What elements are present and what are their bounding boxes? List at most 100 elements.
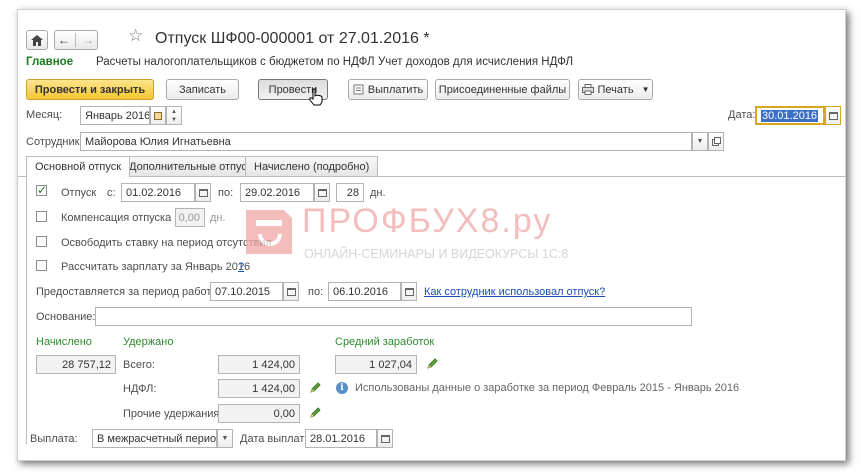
favorite-star-icon[interactable]: ☆ bbox=[128, 26, 143, 46]
open-link-icon bbox=[711, 137, 721, 146]
vacation-usage-link[interactable]: Как сотрудник использовал отпуск? bbox=[424, 286, 605, 298]
calendar-icon bbox=[404, 287, 414, 296]
vacation-days-field[interactable]: 28 bbox=[336, 183, 364, 202]
home-icon bbox=[31, 34, 43, 46]
vacation-days-unit: дн. bbox=[370, 187, 386, 199]
work-period-end-calendar[interactable] bbox=[401, 282, 417, 301]
pay-button[interactable]: Выплатить bbox=[348, 79, 428, 100]
recalc-salary-label: Рассчитать зарплату за Январь 2016 bbox=[61, 261, 251, 273]
date-calendar-button[interactable] bbox=[825, 106, 841, 125]
pay-doc-icon bbox=[353, 84, 364, 95]
vacation-label: Отпуск bbox=[61, 187, 97, 199]
accrued-amount: 28 757,12 bbox=[36, 355, 116, 374]
withheld-heading: Удержано bbox=[123, 336, 174, 348]
tab-main-vacation[interactable]: Основной отпуск bbox=[26, 156, 131, 177]
edit-ndfl-pencil-icon[interactable] bbox=[309, 382, 321, 394]
employee-label: Сотрудник: bbox=[26, 136, 83, 148]
checkmark-icon: ✓ bbox=[37, 183, 48, 197]
compensation-days-field[interactable]: 0,00 bbox=[175, 208, 205, 227]
release-rate-checkbox[interactable] bbox=[36, 236, 47, 247]
calendar-icon bbox=[198, 188, 208, 197]
calendar-icon bbox=[380, 434, 390, 443]
attached-files-button[interactable]: Присоединенные файлы bbox=[435, 79, 570, 100]
employee-field[interactable]: Майорова Юлия Игнатьевна bbox=[80, 132, 692, 151]
tab-accrued-detailed[interactable]: Начислено (подробно) bbox=[245, 156, 379, 176]
basis-label: Основание: bbox=[36, 311, 96, 323]
stepper-up-icon[interactable]: ▲ bbox=[171, 108, 177, 116]
nav-ndfl-income[interactable]: Учет доходов для исчисления НДФЛ bbox=[378, 56, 573, 68]
calendar-icon bbox=[286, 287, 296, 296]
month-picker-icon bbox=[154, 111, 162, 120]
chevron-down-icon: ▼ bbox=[221, 435, 229, 442]
ndfl-amount: 1 424,00 bbox=[218, 379, 300, 398]
avg-earnings-heading: Средний заработок bbox=[335, 336, 435, 348]
watermark-logo-icon bbox=[246, 210, 292, 254]
vacation-from-label: с: bbox=[107, 187, 116, 199]
printer-icon bbox=[581, 84, 594, 95]
other-deductions-amount: 0,00 bbox=[218, 404, 300, 423]
payment-type-select[interactable]: В межрасчетный период bbox=[92, 429, 217, 448]
chevron-down-icon: ▼ bbox=[696, 138, 704, 145]
total-withheld-label: Всего: bbox=[123, 359, 155, 371]
work-period-start-calendar[interactable] bbox=[283, 282, 299, 301]
compensation-unit: дн. bbox=[210, 212, 226, 224]
basis-field[interactable] bbox=[95, 307, 692, 326]
document-window: ← → ☆ Отпуск ШФ00-000001 от 27.01.2016 *… bbox=[17, 9, 846, 461]
compensation-checkbox[interactable] bbox=[36, 211, 47, 222]
earnings-period-info: Использованы данные о заработке за перио… bbox=[355, 382, 740, 394]
calendar-icon bbox=[828, 111, 838, 120]
tab-panel-divider bbox=[18, 176, 845, 177]
date-selected-text: 30.01.2016 bbox=[761, 109, 819, 122]
accrued-heading: Начислено bbox=[36, 336, 92, 348]
payment-label: Выплата: bbox=[30, 433, 78, 445]
recalc-salary-checkbox[interactable] bbox=[36, 260, 47, 271]
watermark-subtitle: ОНЛАЙН-СЕМИНАРЫ И ВИДЕОКУРСЫ 1С:8 bbox=[304, 247, 569, 261]
edit-other-deductions-pencil-icon[interactable] bbox=[309, 407, 321, 419]
month-stepper[interactable]: ▲ ▼ bbox=[166, 106, 182, 125]
payment-date-calendar[interactable] bbox=[377, 429, 393, 448]
month-select-button[interactable] bbox=[150, 106, 166, 125]
month-field[interactable]: Январь 2016 bbox=[80, 106, 150, 125]
stepper-down-icon[interactable]: ▼ bbox=[171, 116, 177, 124]
vacation-checkbox[interactable]: ✓ bbox=[36, 183, 48, 197]
avg-earnings-amount: 1 027,04 bbox=[335, 355, 417, 374]
other-deductions-label: Прочие удержания: bbox=[123, 408, 223, 420]
watermark-brand: ПРОФБУХ8.ру bbox=[302, 202, 553, 240]
home-button[interactable] bbox=[26, 30, 48, 50]
work-period-end-date[interactable]: 06.10.2016 bbox=[328, 282, 401, 301]
month-label: Месяц: bbox=[26, 109, 63, 121]
ndfl-label: НДФЛ: bbox=[123, 383, 157, 395]
vacation-end-calendar-button[interactable] bbox=[314, 183, 330, 202]
work-period-to-label: по: bbox=[308, 286, 324, 298]
compensation-label: Компенсация отпуска bbox=[61, 212, 172, 224]
total-withheld-amount: 1 424,00 bbox=[218, 355, 300, 374]
payment-date-field[interactable]: 28.01.2016 bbox=[305, 429, 377, 448]
nav-ndfl-payments[interactable]: Расчеты налогоплательщиков с бюджетом по… bbox=[96, 56, 375, 68]
work-period-label: Предоставляется за период работы с: bbox=[36, 286, 231, 298]
work-period-start-date[interactable]: 07.10.2015 bbox=[210, 282, 283, 301]
print-button[interactable]: Печать ▼ bbox=[578, 79, 653, 100]
date-label: Дата: bbox=[728, 109, 756, 121]
hand-cursor-icon bbox=[309, 88, 323, 106]
vacation-start-calendar-button[interactable] bbox=[195, 183, 211, 202]
watermark: ПРОФБУХ8.ру ОНЛАЙН-СЕМИНАРЫ И ВИДЕОКУРСЫ… bbox=[238, 202, 618, 272]
vacation-end-date[interactable]: 29.02.2016 bbox=[240, 183, 314, 202]
post-and-close-button[interactable]: Провести и закрыть bbox=[26, 79, 154, 100]
tab-panel-left-border bbox=[26, 176, 27, 444]
employee-open-button[interactable] bbox=[708, 132, 724, 151]
nav-home[interactable]: Главное bbox=[26, 56, 73, 68]
forward-arrow-icon[interactable]: → bbox=[82, 33, 94, 47]
vacation-start-date[interactable]: 01.02.2016 bbox=[121, 183, 195, 202]
payment-type-dropdown[interactable]: ▼ bbox=[217, 429, 233, 448]
window-title: Отпуск ШФ00-000001 от 27.01.2016 * bbox=[155, 30, 430, 47]
info-icon: i bbox=[336, 382, 348, 394]
calendar-icon bbox=[317, 188, 327, 197]
date-field[interactable]: 30.01.2016 bbox=[755, 106, 825, 125]
edit-avg-earnings-pencil-icon[interactable] bbox=[426, 358, 438, 370]
employee-dropdown-button[interactable]: ▼ bbox=[692, 132, 708, 151]
dropdown-arrow-icon: ▼ bbox=[641, 85, 650, 94]
vacation-to-label: по: bbox=[218, 187, 234, 199]
back-forward-group: ← → bbox=[54, 30, 98, 50]
save-button[interactable]: Записать bbox=[166, 79, 239, 100]
back-arrow-icon[interactable]: ← bbox=[58, 33, 70, 47]
